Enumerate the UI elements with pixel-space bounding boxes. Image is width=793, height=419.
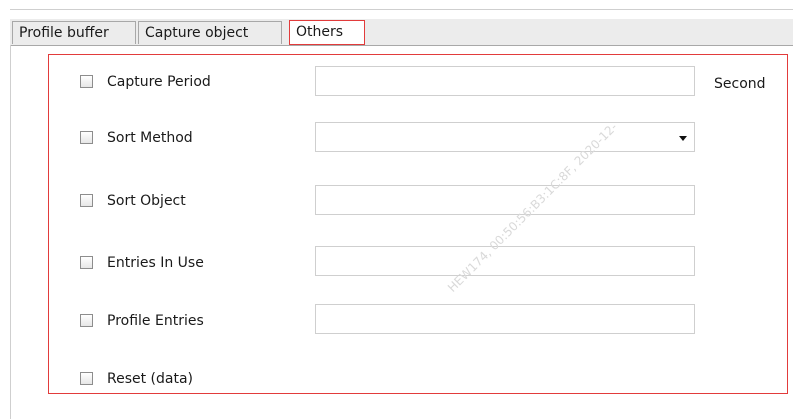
entries-in-use-checkbox[interactable] bbox=[80, 256, 93, 269]
profile-entries-label: Profile Entries bbox=[107, 313, 204, 329]
sort-object-checkbox[interactable] bbox=[80, 194, 93, 207]
tab-capture-object[interactable]: Capture object bbox=[138, 21, 282, 44]
capture-period-input[interactable] bbox=[315, 66, 695, 96]
entries-in-use-input[interactable] bbox=[315, 246, 695, 276]
tab-strip: Profile buffer Capture object Others bbox=[10, 19, 793, 46]
sort-method-label: Sort Method bbox=[107, 130, 193, 146]
sort-method-select[interactable] bbox=[315, 122, 695, 152]
sort-method-checkbox[interactable] bbox=[80, 131, 93, 144]
others-form-frame bbox=[48, 54, 788, 394]
capture-period-unit: Second bbox=[714, 76, 766, 92]
profile-entries-input[interactable] bbox=[315, 304, 695, 334]
capture-period-label: Capture Period bbox=[107, 74, 211, 90]
profile-entries-checkbox[interactable] bbox=[80, 314, 93, 327]
sort-object-input[interactable] bbox=[315, 185, 695, 215]
chevron-down-icon[interactable] bbox=[679, 136, 687, 141]
panel-left-border bbox=[10, 45, 11, 419]
tab-others[interactable]: Others bbox=[289, 20, 365, 45]
tab-profile-buffer[interactable]: Profile buffer bbox=[12, 21, 136, 44]
reset-data-checkbox[interactable] bbox=[80, 372, 93, 385]
sort-object-label: Sort Object bbox=[107, 193, 186, 209]
top-divider bbox=[10, 9, 793, 10]
reset-data-label: Reset (data) bbox=[107, 371, 194, 387]
capture-period-checkbox[interactable] bbox=[80, 75, 93, 88]
entries-in-use-label: Entries In Use bbox=[107, 255, 204, 271]
